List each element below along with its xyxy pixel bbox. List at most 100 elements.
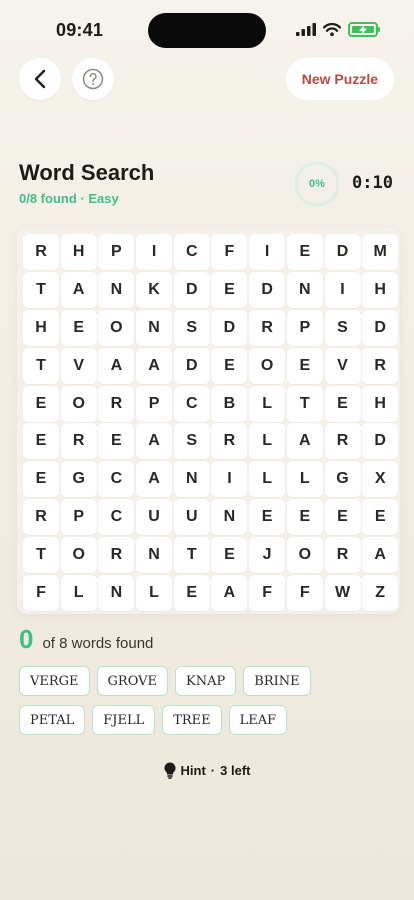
grid-cell[interactable]: V [324, 347, 361, 384]
grid-cell[interactable]: A [136, 461, 173, 498]
grid-cell[interactable]: E [286, 347, 323, 384]
grid-cell[interactable]: F [286, 575, 323, 612]
grid-cell[interactable]: L [249, 461, 286, 498]
grid-cell[interactable]: N [98, 271, 135, 308]
grid-cell[interactable]: R [23, 499, 59, 536]
grid-cell[interactable]: C [98, 499, 135, 536]
grid-cell[interactable]: E [324, 385, 361, 422]
grid-cell[interactable]: N [136, 537, 173, 574]
grid-cell[interactable]: E [211, 271, 248, 308]
grid-cell[interactable]: E [211, 347, 248, 384]
grid-cell[interactable]: A [98, 347, 135, 384]
grid-cell[interactable]: E [60, 309, 97, 346]
grid-cell[interactable]: C [173, 234, 210, 270]
grid-cell[interactable]: M [362, 234, 399, 270]
grid-cell[interactable]: O [98, 309, 135, 346]
grid-cell[interactable]: D [211, 309, 248, 346]
grid-cell[interactable]: R [362, 347, 399, 384]
grid-cell[interactable]: L [249, 423, 286, 460]
grid-cell[interactable]: L [286, 461, 323, 498]
grid-cell[interactable]: L [249, 385, 286, 422]
grid-cell[interactable]: R [60, 423, 97, 460]
grid-cell[interactable]: A [136, 423, 173, 460]
grid-cell[interactable]: D [362, 309, 399, 346]
grid-cell[interactable]: A [211, 575, 248, 612]
grid-cell[interactable]: N [136, 309, 173, 346]
grid-cell[interactable]: D [362, 423, 399, 460]
grid-cell[interactable]: E [249, 499, 286, 536]
grid-cell[interactable]: N [173, 461, 210, 498]
grid-cell[interactable]: R [249, 309, 286, 346]
grid-cell[interactable]: R [98, 537, 135, 574]
grid-cell[interactable]: O [60, 537, 97, 574]
grid-cell[interactable]: P [286, 309, 323, 346]
grid-cell[interactable]: E [286, 234, 323, 270]
grid-cell[interactable]: A [286, 423, 323, 460]
grid-cell[interactable]: R [324, 537, 361, 574]
grid-cell[interactable]: A [60, 271, 97, 308]
grid-cell[interactable]: N [98, 575, 135, 612]
grid-cell[interactable]: D [249, 271, 286, 308]
grid-cell[interactable]: O [60, 385, 97, 422]
grid-cell[interactable]: F [211, 234, 248, 270]
grid-cell[interactable]: H [362, 271, 399, 308]
grid-cell[interactable]: J [249, 537, 286, 574]
grid-cell[interactable]: T [23, 347, 59, 384]
grid-cell[interactable]: R [211, 423, 248, 460]
grid-cell[interactable]: T [286, 385, 323, 422]
letter-grid[interactable]: RHPICFIEDMTANKDEDNIHHEONSDRPSDTVAADEOEVR… [23, 234, 399, 612]
grid-cell[interactable]: D [173, 347, 210, 384]
help-button[interactable] [72, 58, 114, 100]
grid-cell[interactable]: Z [362, 575, 399, 612]
grid-cell[interactable]: P [98, 234, 135, 270]
grid-cell[interactable]: G [324, 461, 361, 498]
grid-cell[interactable]: F [23, 575, 59, 612]
grid-cell[interactable]: I [211, 461, 248, 498]
grid-cell[interactable]: H [362, 385, 399, 422]
grid-cell[interactable]: A [136, 347, 173, 384]
grid-cell[interactable]: H [23, 309, 59, 346]
grid-cell[interactable]: R [23, 234, 59, 270]
grid-cell[interactable]: D [173, 271, 210, 308]
grid-cell[interactable]: S [173, 309, 210, 346]
grid-cell[interactable]: S [173, 423, 210, 460]
grid-cell[interactable]: I [324, 271, 361, 308]
grid-cell[interactable]: T [23, 537, 59, 574]
grid-cell[interactable]: G [60, 461, 97, 498]
grid-cell[interactable]: E [324, 499, 361, 536]
new-puzzle-button[interactable]: New Puzzle [285, 58, 394, 100]
back-button[interactable] [19, 58, 61, 100]
grid-cell[interactable]: N [286, 271, 323, 308]
grid-cell[interactable]: U [173, 499, 210, 536]
grid-cell[interactable]: T [23, 271, 59, 308]
grid-cell[interactable]: E [362, 499, 399, 536]
grid-cell[interactable]: E [23, 423, 59, 460]
grid-cell[interactable]: H [60, 234, 97, 270]
hint-button[interactable]: Hint · 3 left [145, 750, 269, 790]
grid-cell[interactable]: P [60, 499, 97, 536]
grid-cell[interactable]: E [211, 537, 248, 574]
grid-cell[interactable]: V [60, 347, 97, 384]
grid-cell[interactable]: O [286, 537, 323, 574]
grid-cell[interactable]: S [324, 309, 361, 346]
grid-cell[interactable]: W [324, 575, 361, 612]
grid-cell[interactable]: L [136, 575, 173, 612]
grid-cell[interactable]: K [136, 271, 173, 308]
grid-cell[interactable]: F [249, 575, 286, 612]
grid-cell[interactable]: E [173, 575, 210, 612]
grid-cell[interactable]: R [324, 423, 361, 460]
grid-cell[interactable]: X [362, 461, 399, 498]
grid-cell[interactable]: I [136, 234, 173, 270]
grid-cell[interactable]: E [286, 499, 323, 536]
grid-cell[interactable]: C [98, 461, 135, 498]
grid-cell[interactable]: T [173, 537, 210, 574]
grid-cell[interactable]: P [136, 385, 173, 422]
grid-cell[interactable]: E [98, 423, 135, 460]
grid-cell[interactable]: R [98, 385, 135, 422]
grid-cell[interactable]: E [23, 385, 59, 422]
grid-cell[interactable]: E [23, 461, 59, 498]
grid-cell[interactable]: L [60, 575, 97, 612]
grid-cell[interactable]: I [249, 234, 286, 270]
grid-cell[interactable]: N [211, 499, 248, 536]
grid-cell[interactable]: B [211, 385, 248, 422]
